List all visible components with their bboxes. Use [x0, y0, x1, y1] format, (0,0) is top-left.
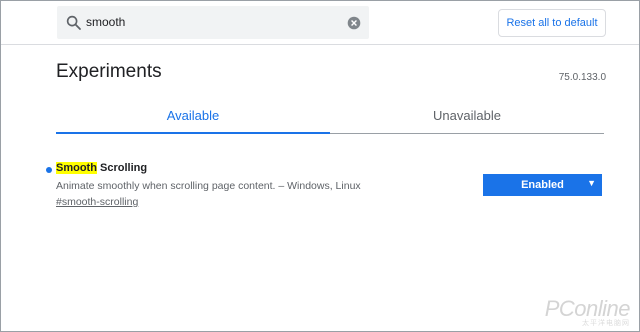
search-highlight: Smooth	[56, 162, 97, 174]
select-value: Enabled	[521, 179, 564, 191]
clear-icon[interactable]	[347, 16, 361, 30]
dropdown-arrow-icon: ▼	[587, 178, 596, 188]
tab-label: Available	[166, 107, 220, 123]
page-title: Experiments	[56, 61, 162, 82]
tab-available[interactable]: Available	[56, 98, 330, 134]
experiment-anchor-link[interactable]: #smooth-scrolling	[56, 196, 138, 208]
search-icon	[66, 15, 81, 30]
tab-label: Unavailable	[433, 108, 501, 123]
search-box[interactable]: smooth	[57, 6, 369, 39]
reset-all-button[interactable]: Reset all to default	[498, 9, 606, 37]
experiment-description: Animate smoothly when scrolling page con…	[56, 180, 361, 192]
experiment-state-select[interactable]: Enabled ▼	[483, 174, 602, 196]
search-input[interactable]: smooth	[86, 15, 125, 29]
tab-unavailable[interactable]: Unavailable	[330, 98, 604, 134]
experiment-title-rest: Scrolling	[96, 162, 148, 174]
experiment-status-dot	[46, 167, 52, 173]
watermark: PConline 太平洋电脑网	[545, 296, 631, 328]
header-bar: smooth Reset all to default	[1, 1, 639, 45]
version-label: 75.0.133.0	[558, 72, 606, 83]
experiment-title: Smooth Scrolling	[56, 162, 147, 174]
